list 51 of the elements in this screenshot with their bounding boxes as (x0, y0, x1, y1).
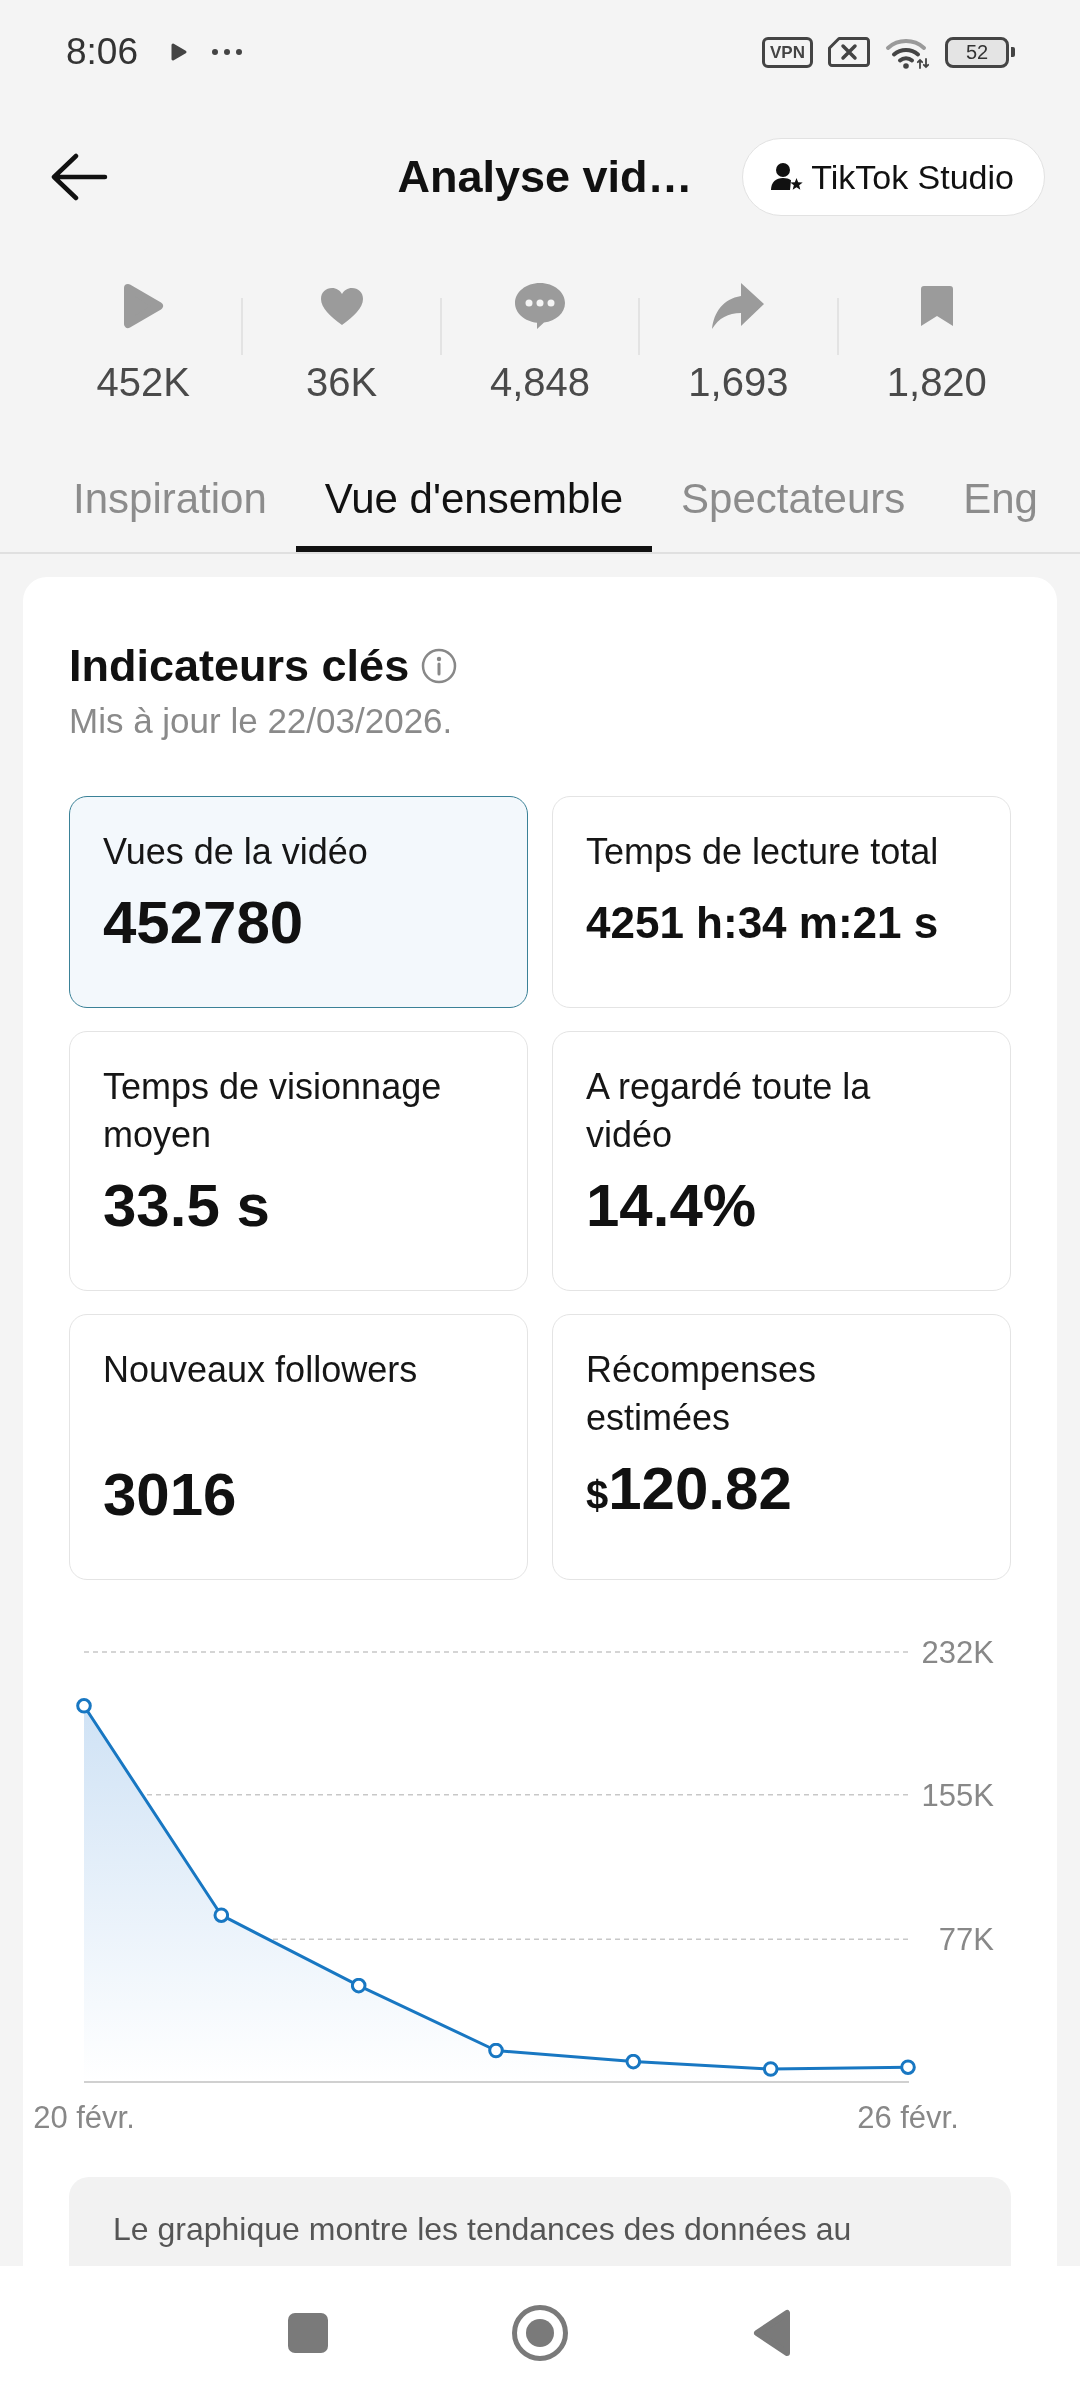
studio-button[interactable]: TikTok Studio (742, 138, 1045, 216)
metric-value: 14.4% (586, 1171, 758, 1241)
vpn-indicator: VPN (762, 36, 813, 68)
triangle-nav-icon[interactable] (753, 2309, 791, 2357)
metric-label: Temps de lecture total (586, 830, 940, 874)
tab[interactable]: Vue d'ensemble (295, 446, 653, 552)
bookmark-icon (920, 286, 953, 326)
more-dots-icon (212, 49, 242, 55)
section-title: Indicateurs clés (69, 639, 410, 693)
square-nav-icon[interactable] (288, 2313, 328, 2353)
stat-count: 1,693 (688, 360, 789, 404)
status-time: 8:06 (66, 31, 138, 73)
stat-count: 36K (306, 360, 378, 404)
x-axis-label: 26 févr. (857, 2100, 959, 2135)
y-axis-label: 155K (921, 1777, 994, 1813)
page-title: Analyse vid… (397, 151, 693, 203)
info-icon[interactable] (421, 648, 458, 684)
updated-date: Mis à jour le 22/03/2026. (69, 700, 454, 742)
metric-label: Temps de visionnage moyen (103, 1065, 443, 1157)
metric-card[interactable]: Récompenses estimées $120.82 (552, 1314, 1011, 1580)
person-star-icon (771, 162, 804, 192)
play-icon (170, 42, 188, 62)
stat-count: 1,820 (886, 360, 987, 404)
share-arrow-icon (711, 282, 766, 330)
no-sim-icon (828, 37, 870, 67)
metric-value: 33.5 s (103, 1171, 271, 1241)
y-axis-label: 77K (938, 1922, 994, 1958)
metric-label: Vues de la vidéo (103, 830, 369, 874)
stat-count: 452K (96, 360, 190, 404)
y-axis-label: 232K (921, 1635, 994, 1670)
metric-card[interactable]: Temps de visionnage moyen 33.5 s (69, 1031, 528, 1291)
metric-value: 452780 (103, 888, 305, 958)
x-axis-label: 20 févr. (33, 2100, 135, 2135)
play-icon (122, 283, 165, 329)
metric-value: 4251 h:34 m:21 s (586, 897, 940, 949)
metric-card[interactable]: Vues de la vidéo 452780 (69, 796, 528, 1008)
comment-bubble-icon (514, 282, 566, 330)
metric-card[interactable]: Temps de lecture total 4251 h:34 m:21 s (552, 796, 1011, 1008)
back-arrow-icon (50, 153, 108, 201)
metric-value: 3016 (103, 1460, 238, 1530)
stat-count: 4,848 (489, 360, 591, 404)
metric-label: A regardé toute la vidéo (586, 1065, 872, 1157)
metric-value: $120.82 (586, 1454, 793, 1524)
chart-note: Le graphique montre les tendances des données au (69, 2177, 1011, 2266)
metric-label: Récompenses estimées (586, 1348, 818, 1440)
battery-indicator: 52 (945, 36, 1015, 68)
circle-nav-icon[interactable] (512, 2305, 568, 2361)
metric-label: Nouveaux followers (103, 1348, 419, 1392)
metric-card[interactable]: A regardé toute la vidéo 14.4% (552, 1031, 1011, 1291)
heart-icon (319, 286, 364, 326)
metric-card[interactable]: Nouveaux followers 3016 (69, 1314, 528, 1580)
